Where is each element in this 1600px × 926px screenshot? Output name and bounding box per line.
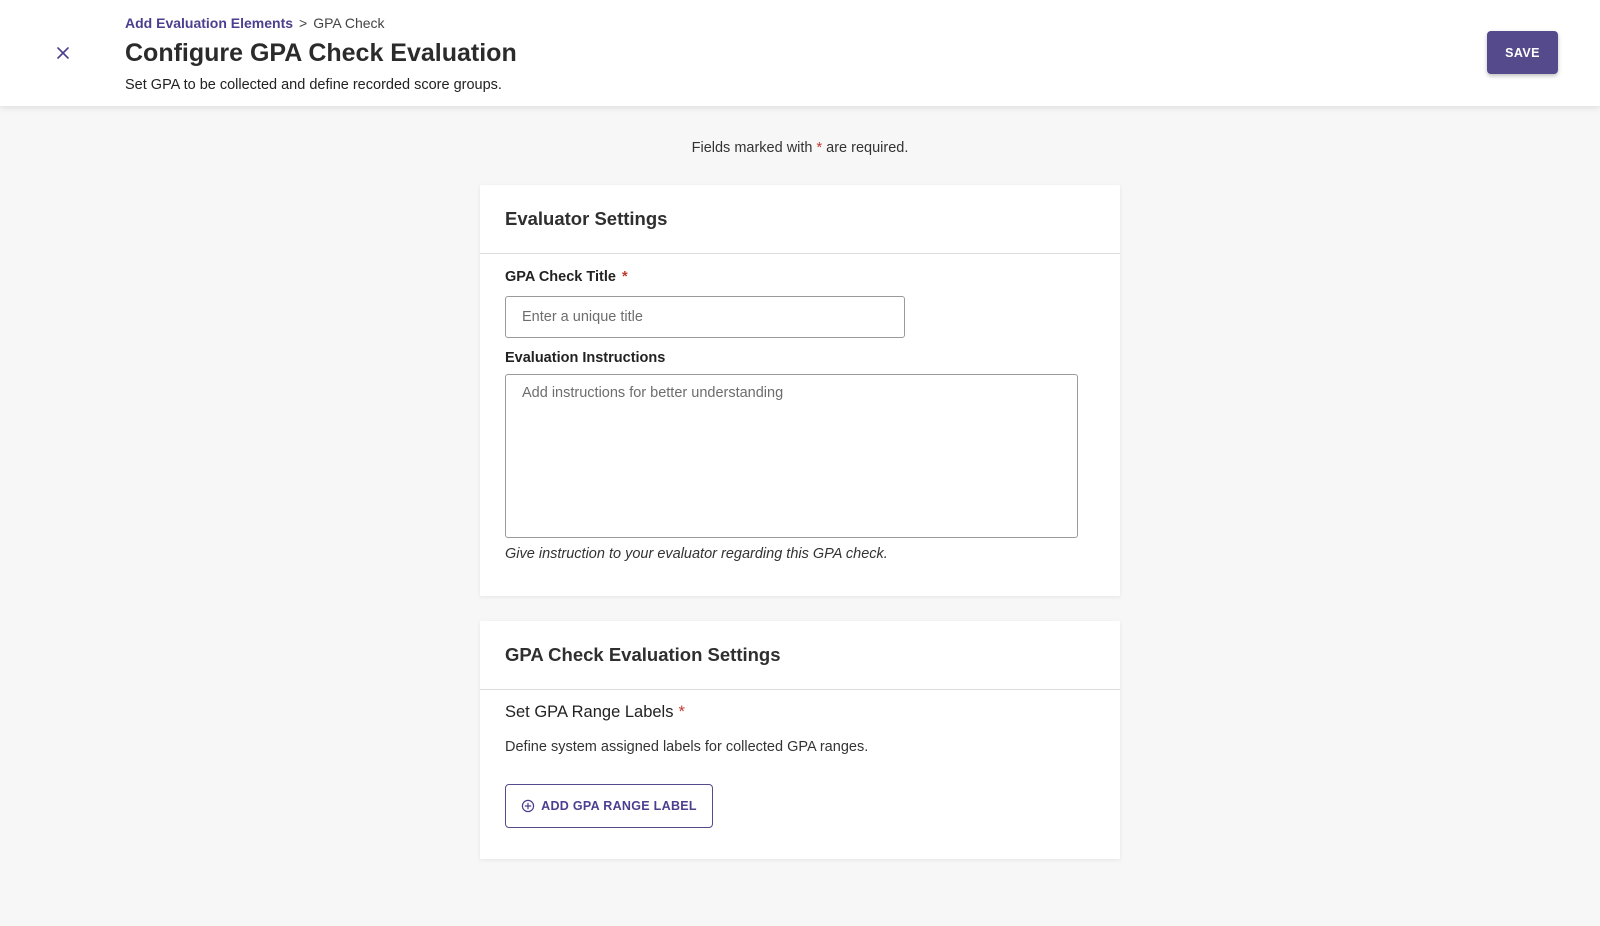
- gpa-check-title-input[interactable]: [505, 296, 905, 338]
- card-header: Evaluator Settings: [480, 185, 1120, 254]
- page-subtitle: Set GPA to be collected and define recor…: [125, 77, 502, 93]
- required-note-text-end: are required.: [826, 140, 909, 156]
- gpa-check-title-label-text: GPA Check Title: [505, 269, 616, 285]
- add-gpa-range-label-button[interactable]: ADD GPA RANGE LABEL: [505, 784, 713, 828]
- close-icon: [57, 47, 69, 59]
- close-button[interactable]: [50, 40, 76, 66]
- required-star: *: [621, 269, 628, 285]
- gpa-check-evaluation-settings-card: GPA Check Evaluation Settings Set GPA Ra…: [480, 621, 1120, 859]
- page-title: Configure GPA Check Evaluation: [125, 39, 517, 67]
- plus-circle-icon: [521, 799, 535, 813]
- required-note-text: Fields marked with: [691, 140, 813, 156]
- card-title: GPA Check Evaluation Settings: [505, 644, 781, 665]
- breadcrumb-separator: >: [299, 15, 308, 31]
- evaluator-settings-card: Evaluator Settings GPA Check Title * Eval…: [480, 185, 1120, 596]
- gpa-check-title-label: GPA Check Title *: [505, 269, 628, 285]
- required-fields-note: Fields marked with * are required.: [0, 139, 1600, 157]
- gpa-range-labels-description: Define system assigned labels for collec…: [505, 739, 869, 755]
- required-star: *: [816, 140, 823, 156]
- breadcrumb-link-add-evaluation-elements[interactable]: Add Evaluation Elements: [125, 15, 293, 31]
- instructions-help-text: Give instruction to your evaluator regar…: [505, 546, 888, 562]
- required-star: *: [678, 703, 685, 721]
- card-title: Evaluator Settings: [505, 208, 668, 229]
- add-gpa-range-label-text: ADD GPA RANGE LABEL: [541, 799, 697, 813]
- card-header: GPA Check Evaluation Settings: [480, 621, 1120, 690]
- gpa-range-labels-heading: Set GPA Range Labels *: [505, 703, 685, 722]
- breadcrumb-current: GPA Check: [313, 15, 385, 31]
- breadcrumb: Add Evaluation Elements > GPA Check: [125, 14, 385, 32]
- evaluation-instructions-label: Evaluation Instructions: [505, 350, 666, 366]
- save-button[interactable]: SAVE: [1487, 31, 1558, 74]
- gpa-range-labels-heading-text: Set GPA Range Labels: [505, 703, 674, 721]
- evaluation-instructions-textarea[interactable]: [505, 374, 1078, 538]
- page-header: Add Evaluation Elements > GPA Check Config…: [0, 0, 1600, 106]
